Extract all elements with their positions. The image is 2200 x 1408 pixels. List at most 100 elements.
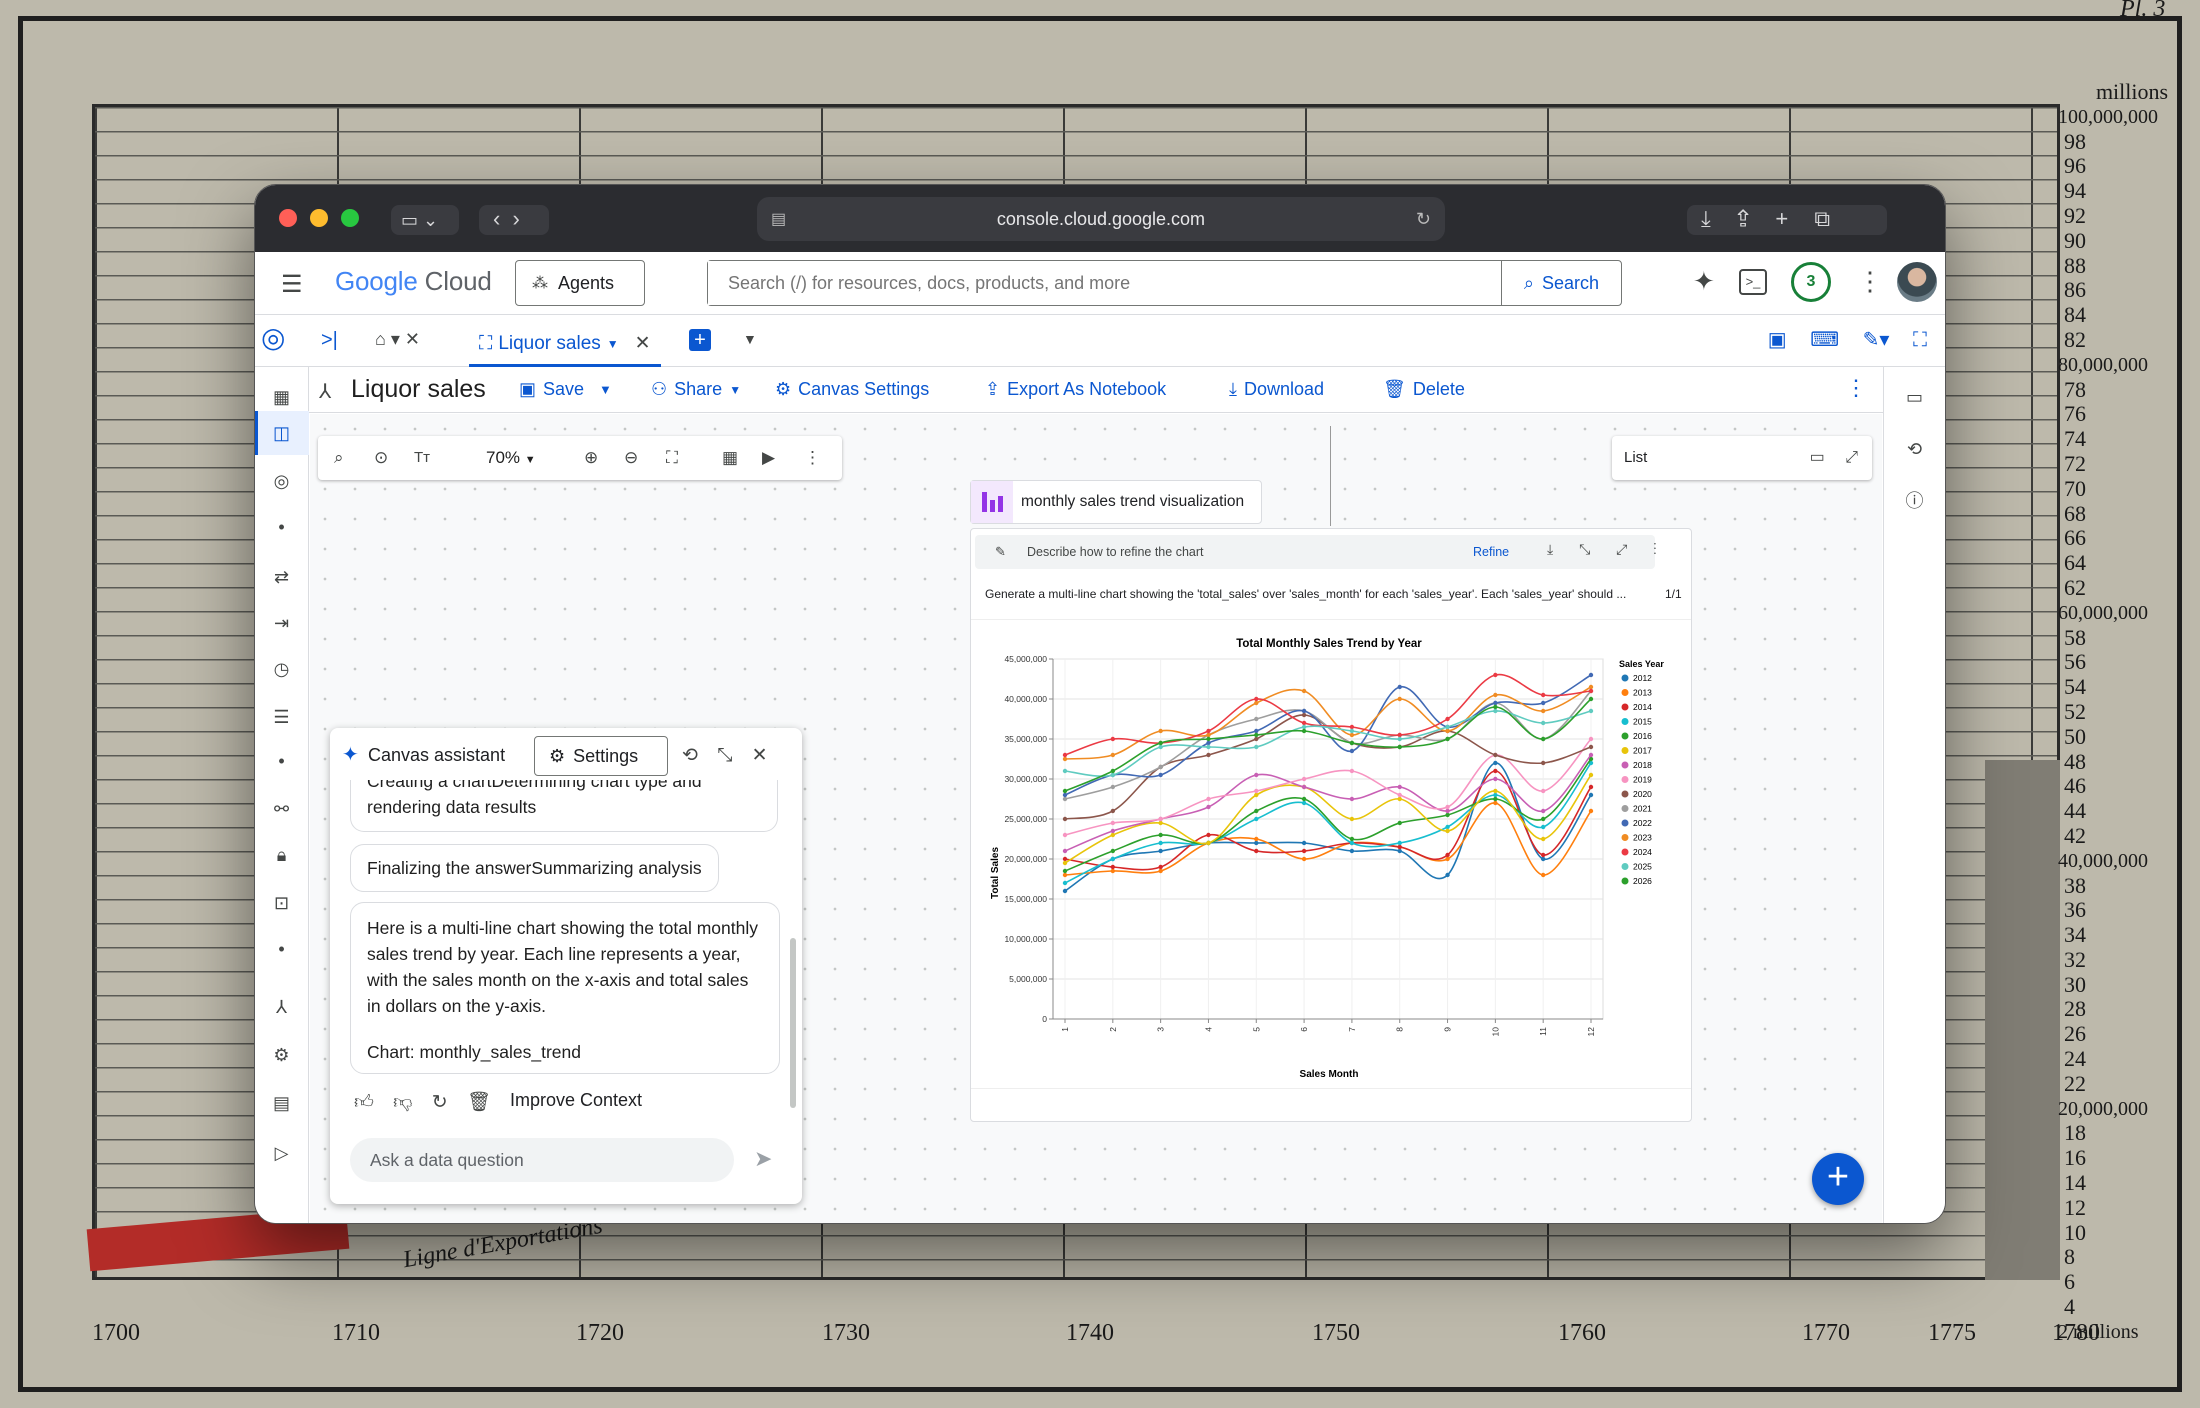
search-bar[interactable]: ⌕ Search bbox=[707, 260, 1622, 306]
data-point-2013 bbox=[1062, 872, 1068, 878]
save-menu-chevron[interactable]: ▼ bbox=[599, 382, 612, 397]
question-input[interactable]: Ask a data question bbox=[350, 1138, 734, 1182]
canvas-icon: ⅄ bbox=[319, 381, 332, 403]
cloud-shell-icon[interactable]: >_ bbox=[1739, 269, 1767, 295]
data-point-2022 bbox=[1397, 684, 1402, 690]
close-window-button[interactable] bbox=[279, 209, 297, 227]
data-point-2019 bbox=[1349, 768, 1355, 774]
chevron-down-icon[interactable]: ▼ bbox=[607, 337, 619, 351]
data-point-2018 bbox=[1254, 772, 1259, 778]
bigquery-logo-icon[interactable]: ◎ bbox=[261, 321, 301, 361]
reload-icon[interactable]: ↻ bbox=[1416, 209, 1431, 230]
studio-icon[interactable]: ◫ bbox=[273, 423, 290, 443]
gemini-icon[interactable]: ✦ bbox=[1693, 266, 1715, 297]
chart-card[interactable]: ✎ Describe how to refine the chart Refin… bbox=[970, 528, 1692, 1122]
search-icon[interactable]: ⌕ bbox=[334, 448, 344, 468]
download-share-newtab-icons[interactable]: ⤓ ⇪ + ⧉ bbox=[1687, 205, 1887, 235]
tab-bar-actions[interactable]: ▣ ⌨ ✎▾ ⛶ bbox=[1768, 327, 1927, 352]
tab-liquor-sales[interactable]: ⛶ Liquor sales ▼ ✕ bbox=[469, 323, 661, 367]
text-size-icon[interactable]: Tт bbox=[414, 448, 430, 468]
export-notebook-button[interactable]: ⇪ Export As Notebook bbox=[985, 379, 1166, 400]
refine-button[interactable]: Refine bbox=[1473, 545, 1509, 559]
scrollbar[interactable] bbox=[790, 938, 796, 1108]
main-menu-icon[interactable]: ☰ bbox=[281, 270, 303, 299]
final-message: Finalizing the answerSummarizing analysi… bbox=[350, 844, 719, 892]
data-point-2017 bbox=[1110, 832, 1116, 838]
delete-button[interactable]: 🗑︎ Delete bbox=[1383, 379, 1465, 400]
data-point-2024 bbox=[1349, 724, 1355, 730]
chart-prompt: Generate a multi-line chart showing the … bbox=[985, 587, 1627, 601]
connections-icon[interactable]: ⚯ bbox=[274, 799, 289, 819]
close-tab-icon[interactable]: ✕ bbox=[635, 332, 651, 355]
toolbar-more-icon[interactable]: ⋮ bbox=[1845, 375, 1867, 401]
capacity-icon[interactable]: ⊡ bbox=[274, 893, 289, 913]
new-tab-icon[interactable]: + bbox=[689, 329, 711, 351]
canvas-settings-button[interactable]: ⚙ Canvas Settings bbox=[775, 379, 929, 400]
download-button[interactable]: ⤓ Download bbox=[1229, 379, 1324, 400]
list-panel-actions[interactable]: ▭ ⤢ bbox=[1810, 447, 1858, 467]
minimize-window-button[interactable] bbox=[310, 209, 328, 227]
zoom-more-icon[interactable]: ⋮ bbox=[804, 448, 821, 468]
google-cloud-logo[interactable]: Google Cloud bbox=[335, 266, 492, 297]
agents-button[interactable]: ⁂ Agents bbox=[515, 260, 645, 306]
assistant-header-actions[interactable]: ⟲ ⤡ ✕ bbox=[682, 744, 768, 767]
avatar[interactable] bbox=[1897, 262, 1937, 302]
assistant-settings-button[interactable]: ⚙ Settings bbox=[534, 736, 668, 776]
info-icon[interactable]: ⓘ bbox=[1906, 491, 1924, 511]
zoom-out-icon[interactable]: ⊖ bbox=[624, 448, 638, 468]
data-point-2017 bbox=[1254, 792, 1259, 798]
sidebar-toggle-icon[interactable]: ▭ ⌄ bbox=[391, 205, 459, 235]
data-point-2014 bbox=[1540, 852, 1546, 858]
data-point-2025 bbox=[1493, 708, 1498, 714]
scheduled-icon[interactable]: ◷ bbox=[274, 659, 290, 679]
release-notes-icon[interactable]: ▤ bbox=[273, 1093, 290, 1113]
notifications-badge[interactable]: 3 bbox=[1791, 262, 1831, 302]
find-icon[interactable]: ⊙ bbox=[374, 448, 388, 468]
list-panel[interactable]: List ▭ ⤢ bbox=[1612, 436, 1872, 480]
logo-cloud: Cloud bbox=[424, 266, 492, 296]
send-icon[interactable]: ➤ bbox=[754, 1146, 772, 1172]
zoom-window-button[interactable] bbox=[341, 209, 359, 227]
back-forward-icons[interactable]: ‹ › bbox=[479, 205, 549, 235]
dashboard-icon[interactable]: ▦ bbox=[273, 387, 290, 407]
search-button[interactable]: ⌕ Search bbox=[1501, 261, 1621, 305]
pipelines-icon[interactable]: ⇥ bbox=[274, 613, 289, 633]
search-input[interactable] bbox=[708, 261, 1501, 305]
expand-rail-icon[interactable]: ▷ bbox=[275, 1143, 289, 1163]
legend-swatch-2023 bbox=[1621, 834, 1629, 841]
search-data-icon[interactable]: ◎ bbox=[274, 471, 290, 491]
settings-icon[interactable]: ⚙ bbox=[273, 1045, 289, 1065]
sales-trend-chart: Total Monthly Sales Trend by Year 0 5,000… bbox=[990, 638, 1664, 1079]
more-options-icon[interactable]: ⋮ bbox=[1857, 266, 1883, 297]
home-tab[interactable]: ⌂ ▾ ✕ bbox=[375, 329, 420, 350]
add-node-button[interactable]: + bbox=[1812, 1153, 1864, 1205]
fit-screen-icon[interactable]: ⛶ bbox=[666, 448, 678, 468]
history-icon[interactable]: ⟲ bbox=[1907, 439, 1922, 459]
feedback-actions[interactable]: 👍︎ 👎︎ ↻ 🗑︎ bbox=[354, 1090, 491, 1114]
zoom-level-select[interactable]: 70% ▼ bbox=[486, 448, 536, 470]
card-actions[interactable]: ⤓ ⤡ ⤢ ⋮ bbox=[1547, 541, 1657, 558]
chart-node-label[interactable]: monthly sales trend visualization bbox=[970, 480, 1262, 524]
page-menu-icon[interactable]: ▤ bbox=[771, 209, 786, 229]
jobs-icon[interactable]: ☰ bbox=[273, 707, 289, 727]
tab-menu-icon[interactable]: ▼ bbox=[743, 331, 757, 347]
transfers-icon[interactable]: ⇄ bbox=[274, 567, 289, 587]
layout-icon[interactable]: ▦ bbox=[722, 448, 738, 468]
improve-context-button[interactable]: Improve Context bbox=[510, 1090, 642, 1111]
lineage-icon[interactable]: ⅄ bbox=[276, 997, 287, 1017]
data-point-2016 bbox=[1062, 868, 1068, 874]
background-scale-label: 52 bbox=[2064, 698, 2086, 724]
legend-label-2012: 2012 bbox=[1633, 673, 1652, 683]
refine-input[interactable]: Describe how to refine the chart bbox=[1027, 545, 1203, 559]
expand-explorer-icon[interactable]: >| bbox=[321, 329, 338, 352]
save-button[interactable]: ▣ Save bbox=[519, 379, 584, 400]
comments-icon[interactable]: ▭ bbox=[1906, 387, 1923, 407]
play-icon[interactable]: ▶ bbox=[762, 448, 775, 468]
legend-swatch-2024 bbox=[1621, 848, 1629, 856]
data-point-2025 bbox=[1158, 744, 1163, 750]
background-x-label: 1760 bbox=[1558, 1320, 1606, 1346]
address-bar[interactable]: ▤ console.cloud.google.com ↻ bbox=[757, 197, 1445, 241]
share-button[interactable]: ⚇ Share ▼ bbox=[651, 379, 741, 400]
zoom-in-icon[interactable]: ⊕ bbox=[584, 448, 598, 468]
lock-icon[interactable]: 🔒︎ bbox=[277, 845, 287, 865]
